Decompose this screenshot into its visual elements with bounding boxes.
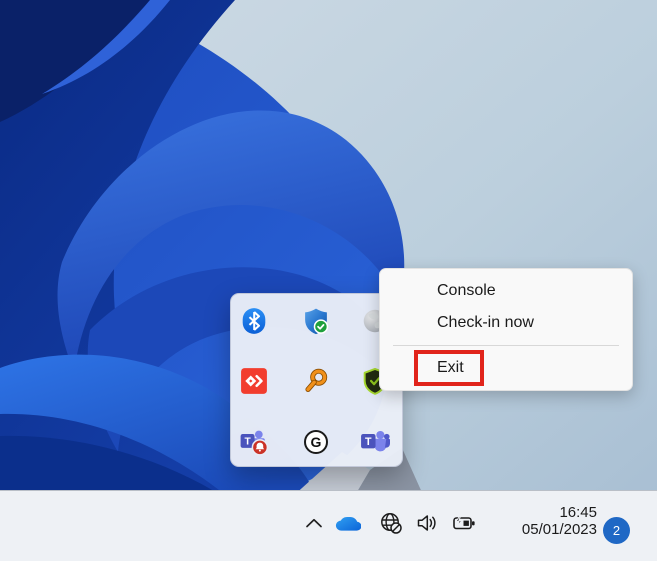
taskbar-clock[interactable]: 16:45 05/01/2023	[522, 504, 597, 538]
volume-speaker-icon[interactable]	[414, 510, 440, 536]
clock-time: 16:45	[559, 504, 597, 521]
windows-security-shield-icon[interactable]	[299, 304, 333, 338]
teams-icon[interactable]: T	[358, 425, 392, 459]
network-globe-offline-icon[interactable]	[378, 510, 404, 536]
red-diamond-chevron-icon[interactable]	[237, 364, 271, 398]
teams-letter: T	[365, 436, 372, 448]
menu-item-check-in-now[interactable]: Check-in now	[380, 309, 632, 337]
notification-count-badge[interactable]: 2	[603, 517, 630, 544]
menu-separator	[393, 345, 619, 346]
context-menu: Console Check-in now Exit	[379, 268, 633, 391]
tray-overflow-flyout: T G T	[230, 293, 403, 467]
bluetooth-icon[interactable]	[237, 304, 271, 338]
g-circle-icon[interactable]: G	[299, 425, 333, 459]
g-letter: G	[304, 430, 328, 454]
orange-magnifier-icon[interactable]	[299, 364, 333, 398]
battery-charging-icon[interactable]	[451, 510, 477, 536]
desktop: T G T Console Check-in now Exit 16:45 05…	[0, 0, 657, 561]
menu-item-console[interactable]: Console	[380, 277, 632, 305]
teams-notification-bell-icon[interactable]: T	[237, 425, 271, 459]
chevron-up-icon[interactable]	[301, 510, 327, 536]
taskbar: 16:45 05/01/2023	[0, 490, 657, 561]
teams-letter: T	[244, 437, 251, 448]
menu-item-exit[interactable]: Exit	[380, 354, 632, 382]
clock-date: 05/01/2023	[521, 521, 597, 538]
onedrive-cloud-icon[interactable]	[335, 510, 361, 536]
